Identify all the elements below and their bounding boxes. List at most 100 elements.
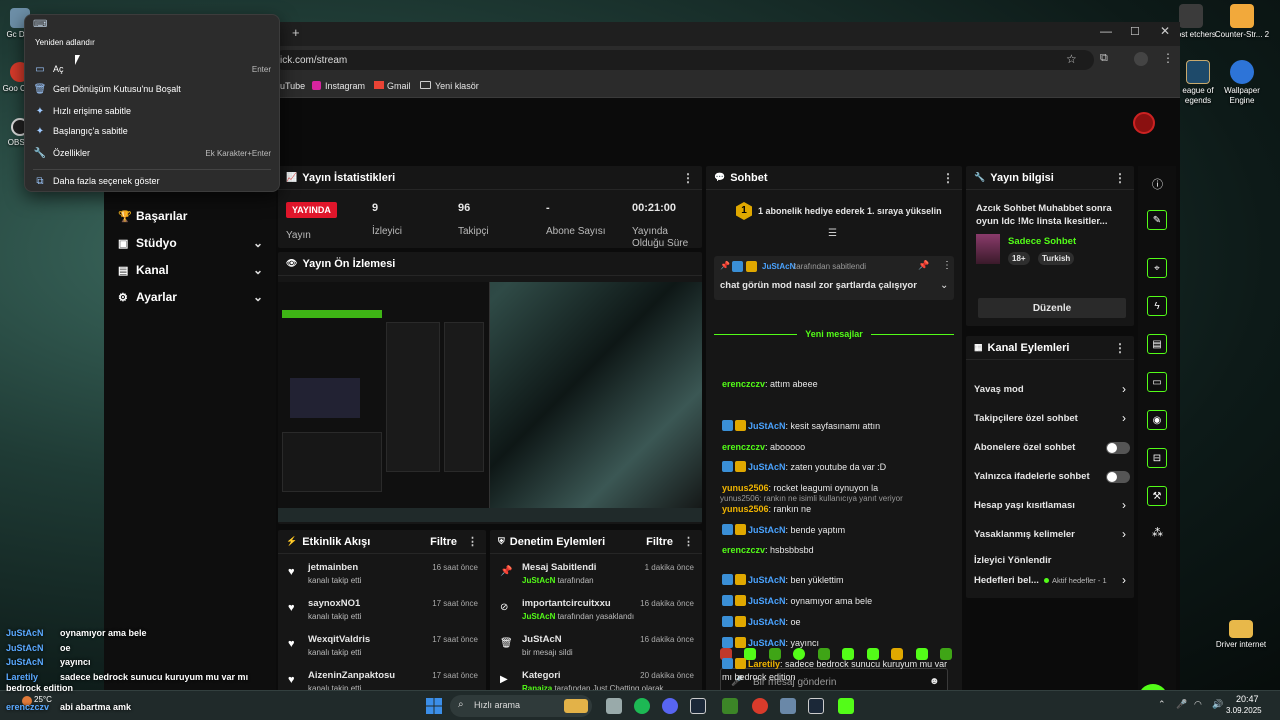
chat-username[interactable]: erenczczv (722, 442, 765, 452)
pinned-message[interactable]: 📌 JuStAcN tarafından sabitlendi 📌 ⋮ chat… (714, 256, 954, 300)
chat-message[interactable]: JuStAcN: oynamıyor ama bele (722, 595, 954, 608)
chat-message[interactable]: erenczczv: hsbsbbsbd (722, 544, 954, 557)
channel-action-item[interactable]: Abonelere özel sohbet (974, 440, 1130, 458)
channel-action-item[interactable]: Hesap yaşı kısıtlaması › (974, 498, 1130, 516)
user-avatar[interactable] (1133, 112, 1155, 134)
channel-action-item[interactable]: İzleyici Yönlendir (974, 553, 1130, 571)
browser-menu-icon[interactable]: ⋮ (1162, 51, 1174, 65)
more-options-icon[interactable]: ⋮ (1114, 341, 1126, 355)
more-options-icon[interactable]: ⋮ (467, 535, 478, 548)
drag-handle-icon[interactable]: ☰ (828, 228, 837, 239)
activity-item[interactable]: ♥ WexqitValdris kanalı takip etti 17 saat ö… (286, 632, 482, 662)
chat-username[interactable]: JuStAcN (748, 421, 786, 431)
close-button[interactable]: ✕ (1160, 24, 1170, 38)
extensions-icon[interactable]: ⧉ (1100, 52, 1108, 65)
desktop-icon-counter-strike[interactable]: Counter-Str... 2 (1214, 4, 1270, 40)
windows-start-icon[interactable] (426, 698, 442, 714)
chat-message[interactable]: erenczczv: attım abeee (722, 378, 954, 391)
maximize-button[interactable]: ☐ (1130, 25, 1140, 38)
wifi-icon[interactable]: ◠ (1194, 699, 1202, 710)
stream-preview-video[interactable] (278, 282, 702, 522)
nav-channel[interactable]: ▤ Kanal ⌄ (118, 263, 263, 277)
context-menu-item[interactable]: ⧉ Daha fazla seçenek göster (33, 171, 271, 191)
chat-username[interactable]: yunus2506 (722, 483, 769, 493)
new-tab-button[interactable]: + (292, 25, 300, 40)
task-view-icon[interactable] (606, 698, 622, 714)
pencil-icon[interactable]: ✎ (1147, 210, 1167, 230)
desktop-icon-wallpaper-engine[interactable]: Wallpaper Engine (1214, 60, 1270, 106)
chat-username[interactable]: JuStAcN (748, 462, 786, 472)
more-options-icon[interactable]: ⋮ (683, 535, 694, 548)
chat-message[interactable]: yunus2506: rankın ne (722, 503, 954, 516)
clock-date[interactable]: 3.09.2025 (1226, 706, 1262, 715)
chat-username[interactable]: yunus2506 (722, 504, 769, 514)
activity-item[interactable]: ♥ jetmainben kanalı takip etti 16 saat önce (286, 560, 482, 590)
chevron-down-icon[interactable]: ⌄ (940, 280, 948, 291)
volume-icon[interactable]: 🔊 (1212, 699, 1223, 710)
moderation-item[interactable]: ⊘ importantcircuitxxu JuStAcN tarafından y… (498, 596, 698, 628)
steam-icon[interactable] (690, 698, 706, 714)
more-options-icon[interactable]: ⋮ (942, 260, 952, 271)
tag-18plus[interactable]: 18+ (1008, 252, 1030, 265)
chat-message[interactable]: JuStAcN: bende yaptım (722, 523, 954, 537)
chat-message[interactable]: JuStAcN: kesit sayfasınamı attın (722, 420, 954, 433)
context-menu-item[interactable]: 🗑 Geri Dönüşüm Kutusu'nu Boşalt (33, 79, 271, 99)
edit-button[interactable]: Düzenle (978, 298, 1126, 318)
wrench-icon[interactable]: ⚒ (1147, 486, 1167, 506)
more-options-icon[interactable]: ⋮ (942, 171, 954, 185)
chat-username[interactable]: Laretily (748, 659, 780, 669)
channel-action-item[interactable]: Yalnızca ifadelerle sohbet (974, 469, 1130, 487)
chat-message[interactable]: JuStAcN: oe (722, 616, 954, 629)
chat-message[interactable]: Laretily: sadece bedrock sunucu kuruyum … (722, 658, 954, 684)
chat-message[interactable]: erenczczv: abooooo (722, 441, 954, 454)
gift-banner[interactable]: 1 1 abonelik hediye ederek 1. sıraya yük… (736, 202, 946, 220)
minecraft-icon[interactable] (722, 698, 738, 714)
chrome-icon[interactable] (752, 698, 768, 714)
info-icon[interactable]: ⓘ (1152, 176, 1163, 192)
unpin-icon[interactable]: 📌 (918, 260, 929, 271)
channel-action-item[interactable]: Yasaklanmış kelimeler › (974, 527, 1130, 545)
toggle-switch[interactable] (1106, 442, 1130, 454)
chat-username[interactable]: erenczczv (722, 379, 765, 389)
targets-item[interactable]: Hedefleri bel... Aktif hedefler - 1 › (974, 573, 1130, 591)
users-icon[interactable]: ⁂ (1152, 526, 1163, 539)
chat-message[interactable]: JuStAcN: zaten youtube da var :D (722, 461, 954, 474)
steam-icon[interactable] (808, 698, 824, 714)
chat-username[interactable]: JuStAcN (748, 525, 786, 535)
bookmark-youtube[interactable]: uTube (280, 81, 305, 91)
tray-chevron-icon[interactable]: ⌃ (1158, 699, 1166, 710)
app-icon[interactable] (780, 698, 796, 714)
category-name[interactable]: Sadece Sohbet (1008, 236, 1076, 247)
kick-icon[interactable] (838, 698, 854, 714)
desktop-icon-league-of-legends[interactable]: eague of egends (1178, 60, 1218, 106)
channel-action-item[interactable]: Yavaş mod › (974, 382, 1130, 400)
lightning-icon[interactable]: ϟ (1147, 296, 1167, 316)
context-menu-item[interactable]: 🔧 Özellikler Ek Karakter+Enter (33, 143, 271, 163)
chat-username[interactable]: erenczczv (722, 545, 765, 555)
bookmark-star-icon[interactable]: ☆ (1066, 52, 1077, 66)
nav-settings[interactable]: ⚙ Ayarlar ⌄ (118, 290, 263, 304)
more-options-icon[interactable]: ⋮ (1114, 171, 1126, 185)
spotify-icon[interactable] (634, 698, 650, 714)
minimize-button[interactable]: — (1100, 24, 1112, 38)
chat-username[interactable]: JuStAcN (748, 575, 786, 585)
chat-bubble-icon[interactable]: ▭ (1147, 372, 1167, 392)
tag-turkish[interactable]: Turkish (1038, 252, 1075, 265)
search-box[interactable]: ⌕ Hızlı arama (450, 695, 592, 717)
clock-time[interactable]: 20:47 (1236, 694, 1259, 704)
moderation-item[interactable]: 📌 Mesaj Sabitlendi JuStAcN tarafından 1 dak… (498, 560, 698, 592)
discord-icon[interactable] (662, 698, 678, 714)
moderation-item[interactable]: 🗑 JuStAcN bir mesajı sildi 16 dakika önce (498, 632, 698, 664)
broadcast-icon[interactable]: ◉ (1147, 410, 1167, 430)
more-options-icon[interactable]: ⋮ (682, 171, 694, 185)
bookmark-gmail[interactable]: Gmail (387, 81, 411, 91)
context-menu-item[interactable]: ▭ Aç Enter (33, 59, 271, 79)
chat-username[interactable]: JuStAcN (748, 638, 786, 648)
microphone-icon[interactable]: 🎤 (1176, 699, 1187, 710)
chat-username[interactable]: JuStAcN (748, 596, 786, 606)
bookmark-instagram[interactable]: Instagram (325, 81, 365, 91)
chat-username[interactable]: JuStAcN (748, 617, 786, 627)
nav-achievements[interactable]: 🏆 Başarılar (118, 209, 263, 223)
stream-layout-icon[interactable]: ⊟ (1147, 448, 1167, 468)
bookmark-new-folder[interactable]: Yeni klasör (435, 81, 479, 91)
